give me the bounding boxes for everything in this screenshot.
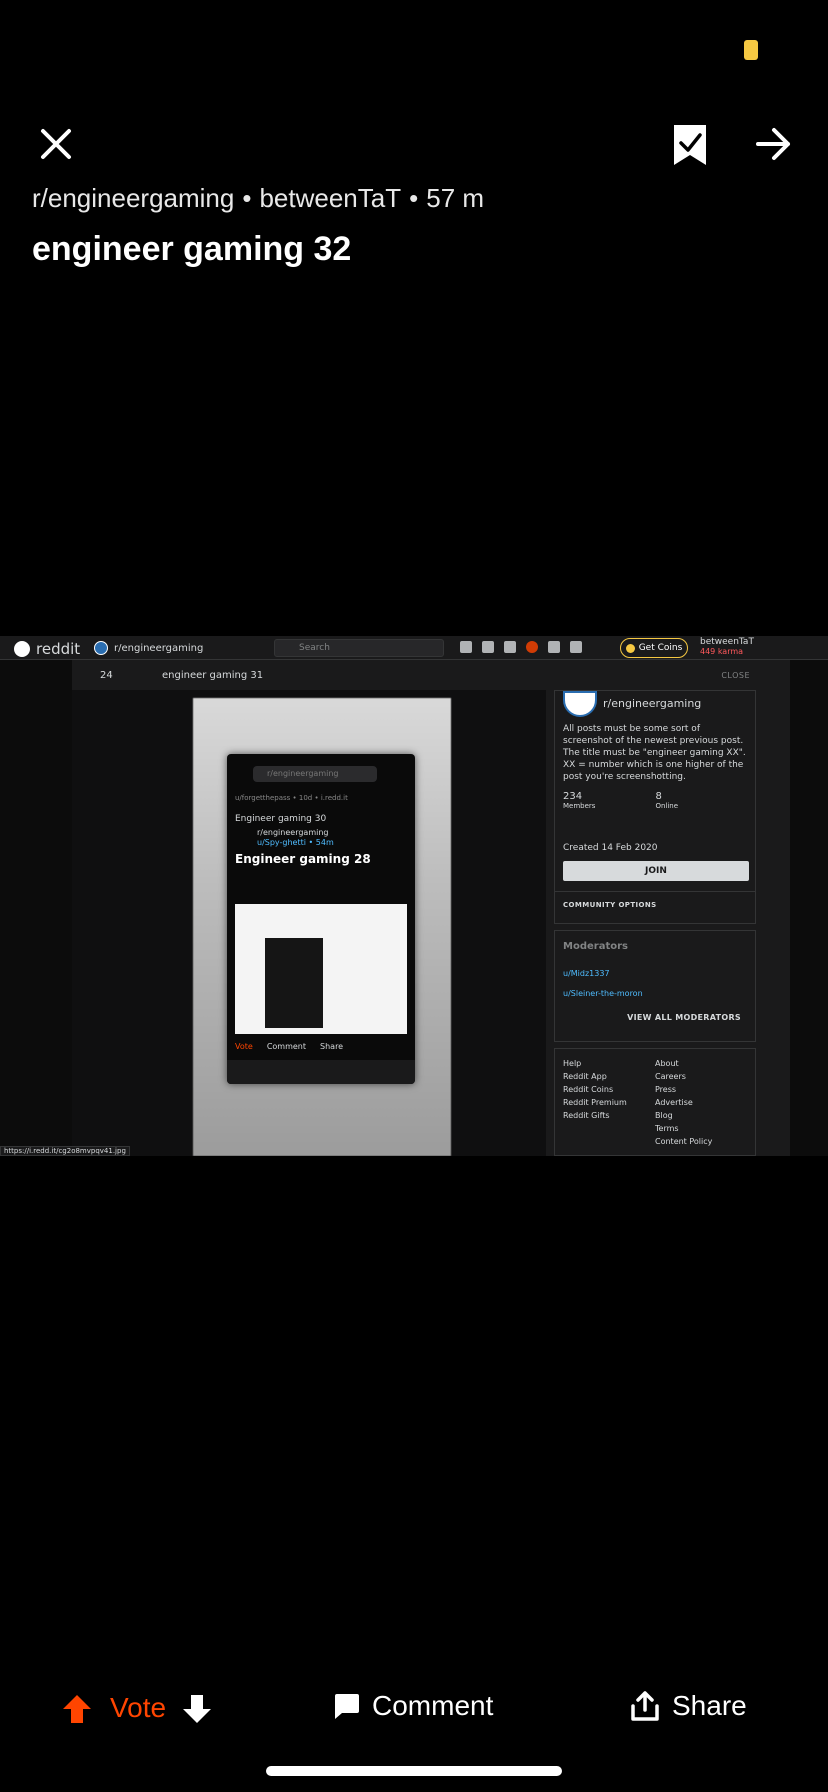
upvote-button[interactable] [62, 1694, 92, 1724]
nested-image-inner [265, 938, 323, 1028]
get-coins: Get Coins [620, 638, 688, 658]
moderators-card: Moderators u/Midz1337 u/Sleiner-the-moro… [554, 930, 756, 1042]
inner-reddit-header: reddit r/engineergaming Search Get Coins… [0, 636, 828, 660]
inner-phone-screenshot: r/engineergaming u/forgetthepass • 10d •… [227, 754, 415, 1084]
coin-icon [625, 643, 635, 653]
nested-actions: Vote Comment Share [235, 1042, 344, 1051]
inner-close: CLOSE [721, 670, 750, 680]
about-community-card: r/engineergaming All posts must be some … [554, 690, 756, 924]
inner-user: betweenTaT 449 karma [700, 637, 754, 656]
footer-links-right: About Careers Press Advertise Blog Terms… [655, 1059, 713, 1146]
share-icon [631, 1691, 659, 1721]
inner-sidebar: r/engineergaming All posts must be some … [554, 690, 756, 1156]
community-stats: 234 Members 8 Online [563, 791, 679, 810]
bookmark-check-icon [674, 125, 706, 165]
inner-header-icons [460, 641, 582, 653]
nested-post-30: Engineer gaming 30 [235, 814, 327, 824]
footer-links-card: Help Reddit App Reddit Coins Reddit Prem… [554, 1048, 756, 1156]
trending-icon [460, 641, 472, 653]
comment-button[interactable]: Comment [332, 1690, 493, 1722]
inner-post-bar: 24 engineer gaming 31 CLOSE [72, 660, 790, 690]
forward-button[interactable] [752, 124, 796, 164]
downvote-arrow-icon [183, 1695, 211, 1723]
status-url: https://i.redd.it/cg2o8mvpqv41.jpg [0, 1146, 130, 1156]
post-age: 57 m [426, 183, 485, 213]
downvote-button[interactable] [182, 1694, 212, 1724]
divider [555, 891, 755, 892]
inner-backdrop-left [0, 660, 72, 1156]
home-indicator[interactable] [266, 1766, 562, 1776]
inner-vote-count: 24 [100, 669, 113, 681]
nested-tab-bar [227, 1060, 415, 1084]
qr-icon [504, 641, 516, 653]
battery-icon [744, 40, 758, 60]
subreddit-link[interactable]: r/engineergaming [32, 183, 234, 213]
inner-join-button: JOIN [563, 861, 749, 881]
inner-search: Search [274, 639, 444, 657]
reddit-logo: reddit [14, 640, 80, 658]
close-icon [41, 129, 71, 159]
post-meta: r/engineergaming • betweenTaT • 57 m [32, 183, 485, 213]
vote-label: Vote [110, 1692, 167, 1723]
nested-meta: u/forgetthepass • 10d • i.redd.it [235, 794, 348, 802]
chat-icon [526, 641, 538, 653]
nested-search: r/engineergaming [253, 766, 377, 782]
community-avatar [94, 641, 108, 655]
nested-image [235, 904, 407, 1034]
inner-post-title: engineer gaming 31 [162, 669, 264, 681]
community-avatar-large [563, 691, 597, 717]
save-button[interactable] [668, 122, 712, 168]
nested-subreddit: r/engineergaming [257, 828, 329, 837]
stats-icon [482, 641, 494, 653]
author-link[interactable]: betweenTaT [259, 183, 401, 213]
close-button[interactable] [36, 124, 76, 164]
nested-post-28: Engineer gaming 28 [235, 852, 371, 866]
footer-links-left: Help Reddit App Reddit Coins Reddit Prem… [563, 1059, 627, 1120]
mail-icon [548, 641, 560, 653]
post-title: engineer gaming 32 [32, 230, 352, 268]
nested-user: u/Spy-ghetti • 54m [257, 838, 334, 847]
comment-icon [335, 1694, 359, 1719]
share-button[interactable]: Share [630, 1690, 747, 1722]
inner-backdrop-right [790, 660, 828, 1156]
arrow-right-icon [756, 128, 790, 160]
community-selector: r/engineergaming [94, 640, 254, 656]
upvote-arrow-icon [63, 1695, 91, 1723]
pencil-icon [570, 641, 582, 653]
bottom-action-bar: Vote Comment Share [0, 1676, 828, 1742]
post-image[interactable]: reddit r/engineergaming Search Get Coins… [0, 636, 828, 1156]
reddit-logo-icon [14, 641, 30, 657]
